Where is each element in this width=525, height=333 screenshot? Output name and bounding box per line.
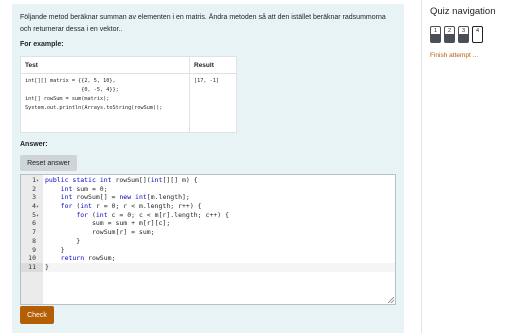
line-number-text: 11 <box>28 262 36 271</box>
code-line[interactable]: 2 int sum = 0; <box>21 185 395 194</box>
line-number: 9 <box>21 246 43 255</box>
code-text[interactable]: sum = sum + m[r][c]; <box>45 219 395 228</box>
code-line[interactable]: 7 rowSum[r] = sum; <box>21 228 395 237</box>
line-number-text: 2 <box>32 184 36 193</box>
result-cell: [17, -1] <box>189 73 237 133</box>
code-text[interactable]: rowSum[r] = sum; <box>45 228 395 237</box>
table-header-test: Test <box>20 56 190 74</box>
line-number-text: 1 <box>32 176 36 184</box>
question-navigation-buttons: 1234 <box>430 26 483 43</box>
code-line[interactable]: 9 } <box>21 246 395 255</box>
line-number-text: 9 <box>32 245 36 254</box>
answered-indicator-icon <box>445 34 454 42</box>
line-number: 7 <box>21 228 43 237</box>
code-text[interactable]: for (int r = 0; r < m.length; r++) { <box>45 202 395 211</box>
code-text[interactable]: for (int c = 0; c < m[r].length; c++) { <box>45 211 395 220</box>
line-number-text: 4 <box>32 202 36 211</box>
line-number: 10 <box>21 254 43 263</box>
answer-label: Answer: <box>20 141 48 148</box>
test-code-line: int[][] matrix = {{2, 5, 10}, <box>25 78 116 84</box>
resize-handle-icon[interactable] <box>388 297 394 303</box>
code-line[interactable]: 8 } <box>21 237 395 246</box>
code-text[interactable]: } <box>45 262 395 272</box>
code-text[interactable]: int sum = 0; <box>45 185 395 194</box>
code-line[interactable]: 3 int rowSum[] = new int[m.length]; <box>21 193 395 202</box>
code-line[interactable]: 5▾ for (int c = 0; c < m[r].length; c++)… <box>21 211 395 220</box>
quiz-navigation-panel: Quiz navigation 1234 Finish attempt ... <box>421 0 525 333</box>
code-text[interactable]: } <box>45 237 395 246</box>
line-number: 3 <box>21 193 43 202</box>
code-line[interactable]: 11} <box>21 262 395 272</box>
line-number-text: 8 <box>32 236 36 245</box>
example-label: For example: <box>20 41 64 48</box>
test-code-line: {0, -5, 4}}; <box>25 87 119 93</box>
question-nav-button[interactable]: 4 <box>472 26 483 43</box>
code-text[interactable]: public static int rowSum[](int[][] m) { <box>45 176 395 185</box>
code-text[interactable]: } <box>45 246 395 255</box>
line-number: 6 <box>21 219 43 228</box>
answered-indicator-icon <box>431 34 440 42</box>
quiz-navigation-title: Quiz navigation <box>430 6 496 17</box>
line-number-text: 5 <box>32 210 36 219</box>
question-nav-number: 4 <box>475 28 480 34</box>
code-line[interactable]: 4▾ for (int r = 0; r < m.length; r++) { <box>21 202 395 211</box>
code-text[interactable]: return rowSum; <box>45 254 395 263</box>
question-nav-button[interactable]: 3 <box>458 26 469 43</box>
table-header-result: Result <box>189 56 237 74</box>
line-number-text: 10 <box>28 254 36 263</box>
line-number-text: 3 <box>32 193 36 202</box>
test-code-line: int[] rowSum = sum(matrix); <box>25 96 110 102</box>
table-row: int[][] matrix = {{2, 5, 10}, {0, -5, 4}… <box>20 73 237 133</box>
code-line[interactable]: 6 sum = sum + m[r][c]; <box>21 219 395 228</box>
code-lines[interactable]: 1▾ public static int rowSum[](int[][] m) … <box>21 176 395 272</box>
line-number: 8 <box>21 237 43 246</box>
test-code-cell: int[][] matrix = {{2, 5, 10}, {0, -5, 4}… <box>20 73 190 133</box>
line-number-text: 7 <box>32 228 36 237</box>
code-text[interactable]: int rowSum[] = new int[m.length]; <box>45 193 395 202</box>
finish-attempt-link[interactable]: Finish attempt ... <box>430 52 478 59</box>
example-table: Test Result int[][] matrix = {{2, 5, 10}… <box>20 56 237 133</box>
line-number: 2 <box>21 185 43 194</box>
line-number: 11 <box>21 262 43 272</box>
question-nav-button[interactable]: 2 <box>444 26 455 43</box>
question-nav-button[interactable]: 1 <box>430 26 441 43</box>
test-code-line: System.out.println(Arrays.toString(rowSu… <box>25 105 163 111</box>
code-line[interactable]: 1▾ public static int rowSum[](int[][] m) … <box>21 176 395 185</box>
answered-indicator-icon <box>459 34 468 42</box>
check-button[interactable]: Check <box>20 306 54 324</box>
line-number-text: 6 <box>32 219 36 228</box>
question-text: Följande metod beräknar summan av elemen… <box>20 14 386 33</box>
reset-answer-button[interactable]: Reset answer <box>20 155 77 171</box>
code-editor[interactable]: 1▾ public static int rowSum[](int[][] m) … <box>20 174 396 305</box>
code-line[interactable]: 10 return rowSum; <box>21 254 395 263</box>
question-panel: Följande metod beräknar summan av elemen… <box>12 4 404 333</box>
